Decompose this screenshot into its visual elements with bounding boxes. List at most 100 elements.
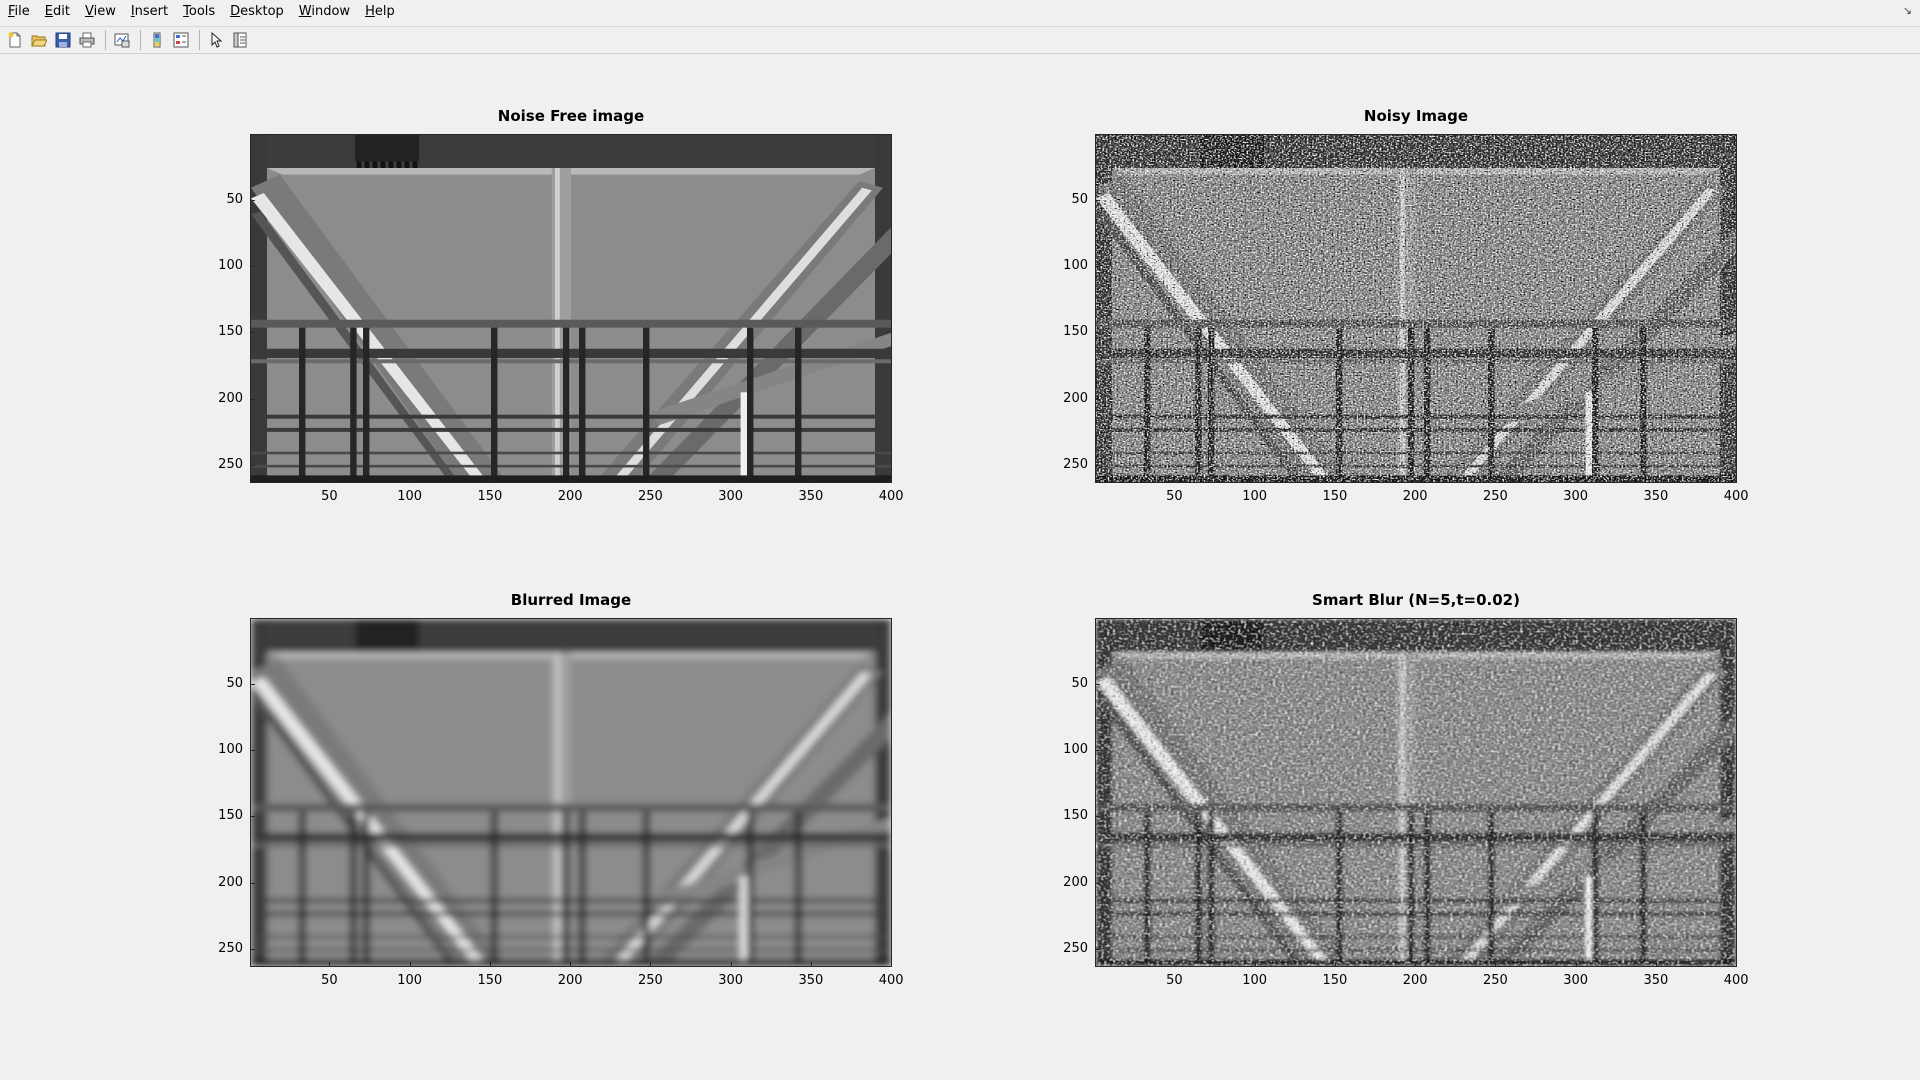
x-tick-label: 150 [477,973,503,988]
menu-help[interactable]: Help [358,0,402,24]
print-icon[interactable] [76,29,98,51]
x-tick-label: 300 [1563,489,1589,504]
x-tick-mark [1736,962,1738,967]
x-tick-label: 200 [1402,489,1428,504]
x-tick-mark [810,962,812,967]
x-tick-mark [1415,478,1417,483]
menu-label-rest: esktop [240,4,284,19]
axes-blur[interactable]: Blurred Image 50 100 150 200 250 50 100 150 200 25… [218,591,903,988]
image-display[interactable] [250,134,892,483]
x-tick-mark [1174,962,1176,967]
y-tick-mark [250,332,255,334]
menu-bar: File Edit View Insert Tools Desktop Window Help [0,0,1920,24]
y-tick-label: 100 [1063,742,1088,758]
y-tick-mark [1095,882,1100,884]
figure-toolbar [0,26,1920,54]
x-tick-label: 150 [477,489,503,504]
menu-accelerator: H [365,4,375,19]
save-icon[interactable] [52,29,74,51]
y-tick-label: 150 [1063,324,1088,340]
y-tick-label: 50 [226,675,243,691]
menu-label-rest: iew [93,4,116,19]
axes-clean[interactable]: Noise Free image 50 100 150 200 250 50 100 150 20… [218,107,903,504]
x-tick-mark [650,962,652,967]
image-display[interactable] [250,618,892,967]
menu-tools[interactable]: Tools [176,0,222,24]
x-tick-mark [1495,962,1497,967]
menu-edit[interactable]: Edit [38,0,77,24]
x-tick-mark [570,962,572,967]
new-figure-icon[interactable] [4,29,26,51]
y-tick-label: 50 [226,191,243,207]
x-tick-mark [329,478,331,483]
x-tick-mark [1736,478,1738,483]
menu-window[interactable]: Window [292,0,357,24]
link-plot-icon[interactable] [111,29,133,51]
y-tick-label: 200 [218,390,243,406]
x-tick-label: 200 [1402,973,1428,988]
menu-label-rest: indow [311,4,351,19]
axes-smart[interactable]: Smart Blur (N=5,t=0.02) 50 100 150 200 250 50 1… [1063,591,1748,988]
x-tick-mark [730,478,732,483]
y-tick-mark [1095,683,1100,685]
y-tick-mark [1095,949,1100,951]
menu-accelerator: E [44,4,53,19]
y-tick-label: 150 [1063,808,1088,824]
y-tick-mark [250,882,255,884]
x-tick-mark [1575,962,1577,967]
x-tick-label: 350 [798,489,824,504]
menu-insert[interactable]: Insert [124,0,175,24]
x-tick-mark [409,478,411,483]
x-tick-label: 250 [1483,973,1508,988]
menu-label-rest: elp [374,4,395,19]
property-inspector-icon[interactable] [229,29,251,51]
image-display[interactable] [1095,134,1737,483]
y-tick-mark [1095,332,1100,334]
x-tick-mark [1655,962,1657,967]
image-display[interactable] [1095,618,1737,967]
y-tick-mark [250,750,255,752]
axes-title: Smart Blur (N=5,t=0.02) [1312,591,1520,609]
x-tick-label: 200 [557,973,583,988]
x-tick-label: 400 [1723,489,1749,504]
y-tick-label: 250 [218,941,243,957]
image-pixels [251,135,891,482]
x-tick-label: 350 [798,973,824,988]
y-tick-mark [250,683,255,685]
x-tick-label: 150 [1322,489,1348,504]
x-tick-label: 250 [638,973,663,988]
colorbar-icon[interactable] [146,29,168,51]
undock-icon[interactable]: ↘ [1903,4,1912,17]
x-tick-label: 300 [1563,973,1589,988]
menu-desktop[interactable]: Desktop [223,0,291,24]
menu-label-rest: nsert [134,4,169,19]
open-file-icon[interactable] [28,29,50,51]
axes-noisy[interactable]: Noisy Image 50 100 150 200 250 50 100 150 200 250 3… [1063,107,1748,504]
x-tick-label: 400 [878,489,904,504]
y-tick-label: 100 [218,742,243,758]
x-tick-label: 100 [1242,973,1268,988]
x-tick-label: 50 [1166,489,1183,504]
x-tick-label: 350 [1643,973,1669,988]
x-tick-mark [810,478,812,483]
x-tick-label: 250 [1483,489,1508,504]
x-tick-mark [489,478,491,483]
x-tick-mark [1415,962,1417,967]
edit-plot-icon[interactable] [205,29,227,51]
menu-file[interactable]: File [1,0,37,24]
legend-icon[interactable] [170,29,192,51]
axes-title: Noisy Image [1363,107,1469,125]
x-tick-label: 350 [1643,489,1669,504]
menu-label-rest: ools [188,4,216,19]
y-tick-mark [250,398,255,400]
x-tick-mark [1334,962,1336,967]
x-tick-mark [1334,478,1336,483]
y-tick-mark [1095,199,1100,201]
x-tick-mark [409,962,411,967]
y-tick-mark [1095,266,1100,268]
x-tick-label: 200 [557,489,583,504]
axes-title: Blurred Image [510,591,632,609]
y-tick-mark [250,266,255,268]
y-tick-mark [1095,398,1100,400]
menu-view[interactable]: View [78,0,123,24]
